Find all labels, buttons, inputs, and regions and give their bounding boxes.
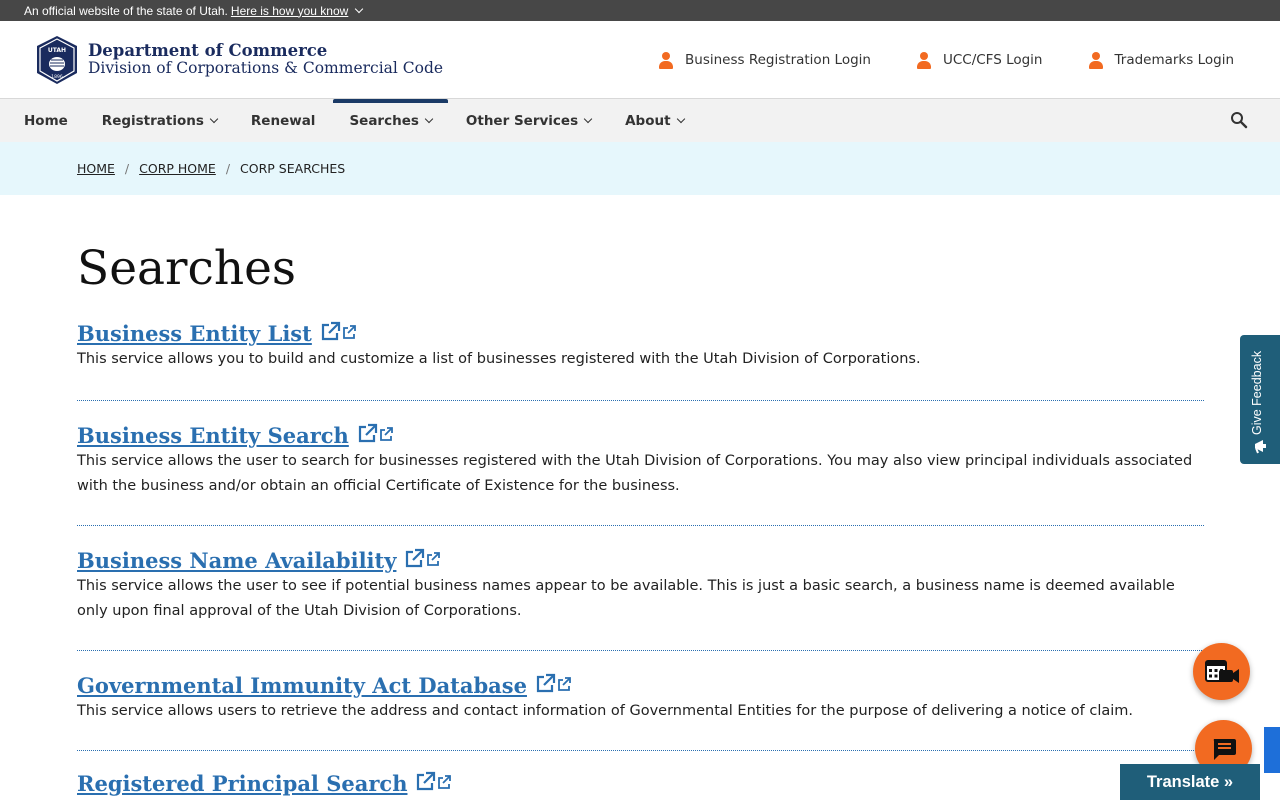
service-item: Business Entity List This service allows…	[77, 321, 1204, 401]
login-label: UCC/CFS Login	[942, 52, 1043, 68]
nav-item-registrations[interactable]: Registrations	[101, 99, 219, 142]
business-name-availability-link[interactable]: Business Name Availability	[77, 548, 441, 573]
external-link-icon	[535, 673, 571, 698]
translate-button[interactable]: Translate »	[1120, 764, 1260, 800]
breadcrumb: HOME / CORP HOME / CORP SEARCHES	[0, 142, 1280, 195]
svg-text:1896: 1896	[51, 74, 63, 80]
site-header: UTAH 1896 Department of Commerce Divisio…	[0, 21, 1280, 99]
chevron-down-icon	[424, 114, 434, 124]
how-you-know-label: Here is how you know	[230, 3, 349, 18]
page-title: Searches	[77, 241, 297, 296]
registered-principal-search-link[interactable]: Registered Principal Search	[77, 771, 452, 796]
side-widget-tab[interactable]	[1264, 727, 1280, 773]
department-name: Department of Commerce	[88, 41, 328, 61]
service-item: Registered Principal Search	[77, 771, 1204, 796]
megaphone-icon	[1253, 438, 1269, 458]
site-logo[interactable]: UTAH 1896 Department of Commerce Divisio…	[35, 35, 443, 85]
chevron-down-icon	[209, 114, 219, 124]
login-label: Business Registration Login	[685, 52, 871, 68]
trademarks-login-link[interactable]: Trademarks Login	[1088, 51, 1235, 69]
external-link-icon	[404, 548, 441, 573]
service-item: Governmental Immunity Act Database This …	[77, 673, 1204, 751]
official-site-text: An official website of the state of Utah…	[24, 3, 228, 18]
chevron-down-icon	[676, 114, 685, 124]
nav-item-other-services[interactable]: Other Services	[465, 99, 593, 142]
utah-seal-icon: UTAH 1896	[35, 35, 79, 85]
chevron-down-icon	[355, 4, 364, 13]
logo-text: Department of Commerce Division of Corpo…	[88, 42, 443, 77]
search-icon[interactable]	[1230, 111, 1248, 129]
person-icon	[1088, 51, 1103, 69]
service-title: Registered Principal Search	[77, 771, 408, 796]
main-nav: Home Registrations Renewal Searches Othe…	[0, 99, 1280, 142]
business-entity-search-link[interactable]: Business Entity Search	[77, 423, 393, 448]
breadcrumb-current: CORP SEARCHES	[240, 161, 346, 176]
governmental-immunity-act-database-link[interactable]: Governmental Immunity Act Database	[77, 673, 571, 698]
service-description: This service allows you to build and cus…	[77, 351, 921, 367]
nav-item-renewal[interactable]: Renewal	[251, 99, 316, 142]
service-description: This service allows users to retrieve th…	[77, 703, 1134, 719]
login-links: Business Registration Login UCC/CFS Logi…	[659, 21, 1234, 99]
give-feedback-tab[interactable]: Give Feedback	[1240, 335, 1280, 464]
service-description: This service allows the user to search f…	[77, 453, 1193, 494]
main-content: Searches Business Entity List This servi…	[0, 245, 1280, 796]
breadcrumb-home-link[interactable]: HOME	[77, 161, 115, 176]
service-title: Business Name Availability	[77, 548, 397, 573]
person-icon	[659, 51, 674, 69]
login-label: Trademarks Login	[1114, 52, 1235, 68]
nav-label: Other Services	[465, 112, 579, 129]
schedule-video-button[interactable]	[1193, 643, 1250, 700]
service-item: Business Entity Search This service allo…	[77, 423, 1204, 526]
external-link-icon	[415, 771, 452, 796]
breadcrumb-separator: /	[225, 161, 231, 176]
calendar-video-icon	[1204, 659, 1239, 683]
feedback-label: Give Feedback	[1250, 350, 1264, 435]
external-link-icon	[357, 423, 393, 448]
business-registration-login-link[interactable]: Business Registration Login	[659, 51, 871, 69]
ucc-cfs-login-link[interactable]: UCC/CFS Login	[916, 51, 1043, 69]
nav-item-searches[interactable]: Searches	[333, 99, 449, 142]
chat-icon	[1213, 738, 1236, 760]
service-item: Business Name Availability This service …	[77, 548, 1204, 651]
nav-label: About	[625, 112, 671, 129]
person-icon	[916, 51, 931, 69]
svg-text:UTAH: UTAH	[48, 47, 66, 54]
business-entity-list-link[interactable]: Business Entity List	[77, 321, 356, 346]
breadcrumb-corp-home-link[interactable]: CORP HOME	[139, 161, 216, 176]
external-link-icon	[320, 321, 356, 346]
chevron-down-icon	[583, 114, 593, 124]
service-title: Business Entity List	[77, 321, 312, 346]
how-you-know-link[interactable]: Here is how you know	[230, 3, 364, 18]
nav-label: Searches	[349, 112, 419, 129]
breadcrumb-separator: /	[124, 161, 130, 176]
nav-item-home[interactable]: Home	[24, 99, 68, 142]
service-title: Governmental Immunity Act Database	[77, 673, 527, 698]
nav-label: Home	[24, 112, 68, 129]
nav-label: Registrations	[101, 112, 204, 129]
division-name: Division of Corporations & Commercial Co…	[88, 59, 444, 78]
service-title: Business Entity Search	[77, 423, 349, 448]
official-site-banner: An official website of the state of Utah…	[0, 0, 1280, 21]
nav-label: Renewal	[250, 112, 316, 129]
nav-item-about[interactable]: About	[625, 99, 685, 142]
service-description: This service allows the user to see if p…	[77, 578, 1175, 619]
